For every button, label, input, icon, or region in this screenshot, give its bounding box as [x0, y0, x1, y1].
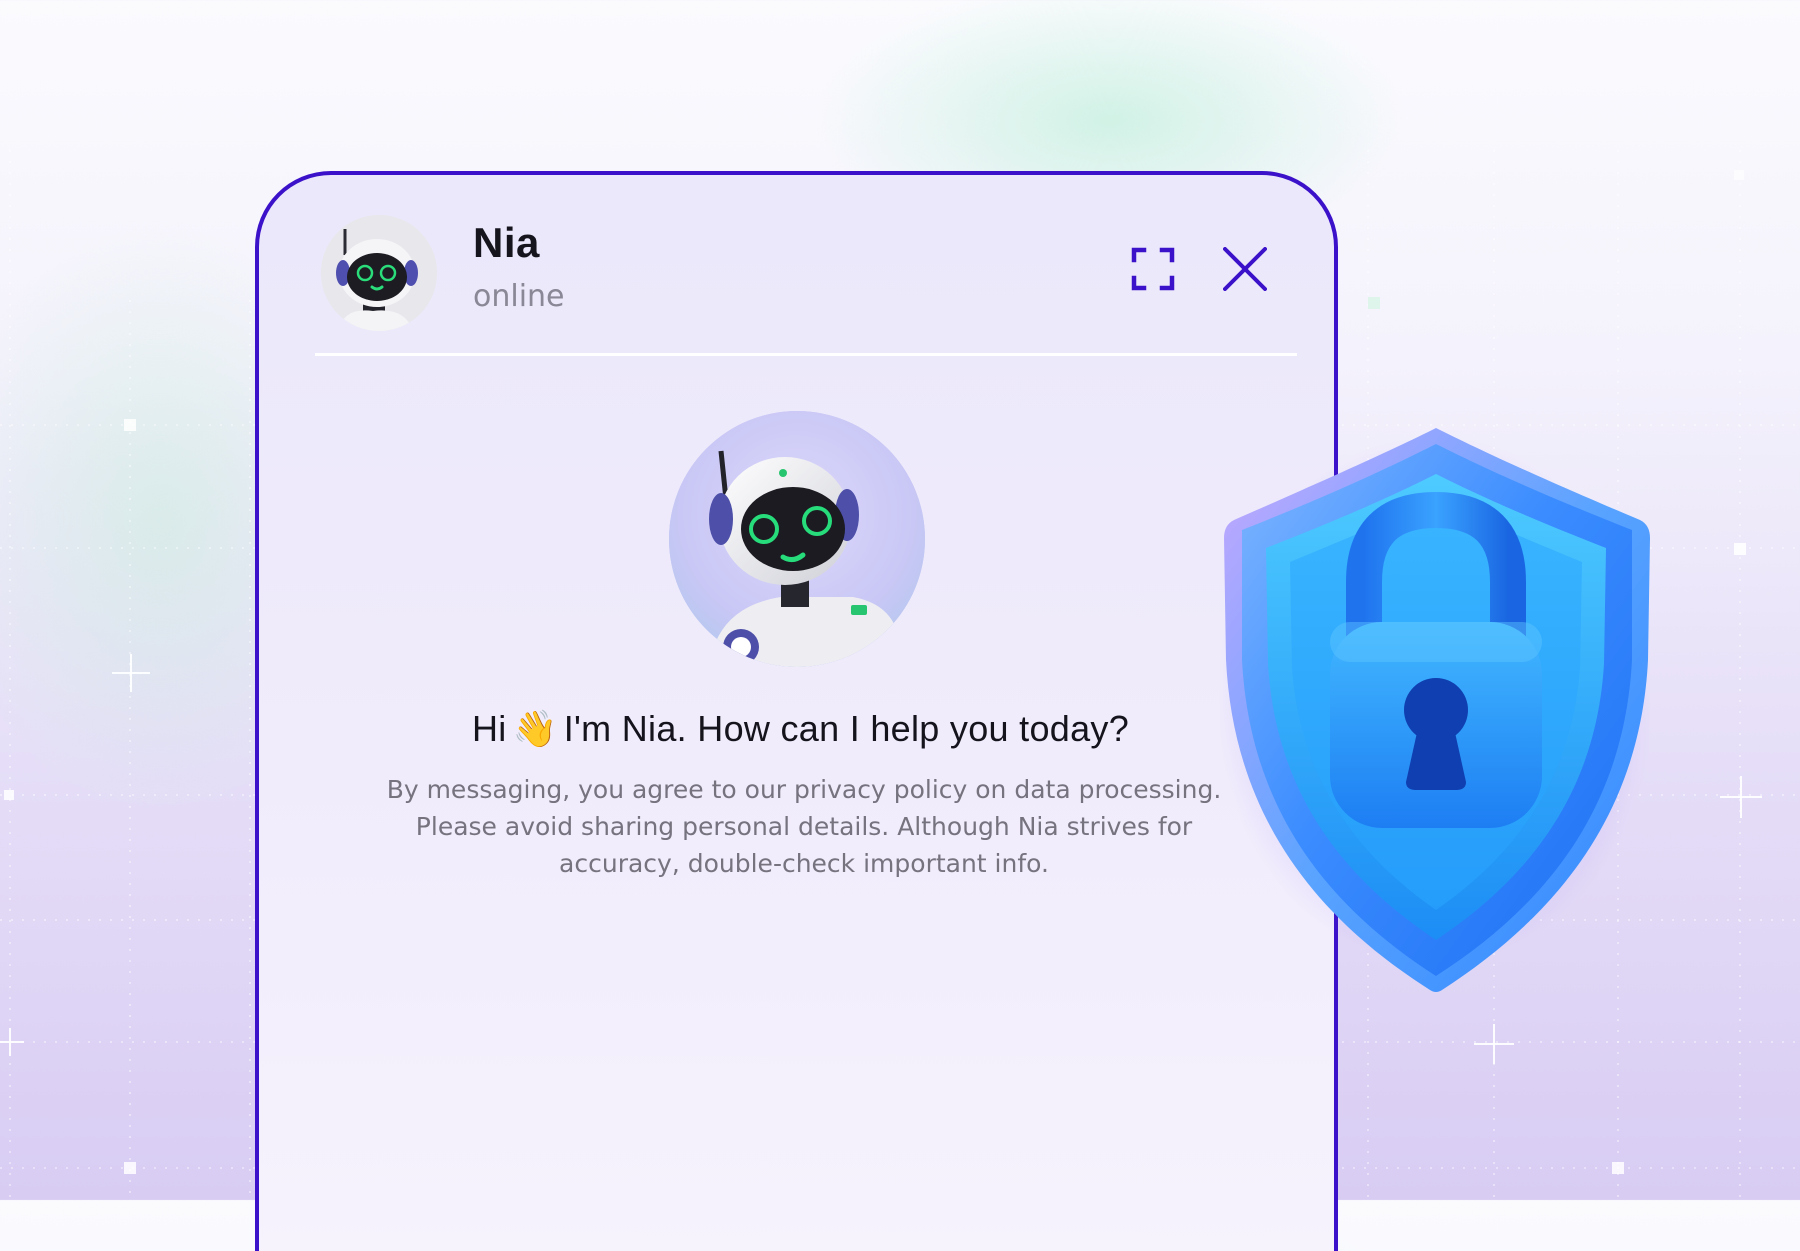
- bot-avatar-small: [321, 215, 437, 331]
- chat-header: Nia online: [259, 175, 1334, 355]
- greeting-suffix: I'm Nia. How can I help you today?: [563, 708, 1130, 749]
- expand-button[interactable]: [1125, 241, 1181, 297]
- robot-avatar-icon: [669, 411, 925, 667]
- greeting-text: Hi 👋 I'm Nia. How can I help you today?: [259, 708, 1334, 750]
- header-divider: [315, 353, 1297, 356]
- wave-emoji: 👋: [512, 708, 558, 749]
- robot-avatar-icon: [321, 215, 437, 331]
- bot-status: online: [473, 279, 565, 314]
- chat-window: Nia online Hi 👋 I'm Nia. How can I help …: [255, 171, 1338, 1251]
- shield-lock-icon: [1224, 428, 1650, 992]
- security-shield: [1180, 410, 1680, 1010]
- close-icon: [1223, 247, 1267, 291]
- bot-name: Nia: [473, 219, 540, 266]
- expand-icon: [1131, 247, 1175, 291]
- close-button[interactable]: [1217, 241, 1273, 297]
- privacy-disclaimer: By messaging, you agree to our privacy p…: [386, 775, 1222, 878]
- greeting-prefix: Hi: [471, 708, 507, 749]
- bot-avatar-large: [669, 411, 925, 667]
